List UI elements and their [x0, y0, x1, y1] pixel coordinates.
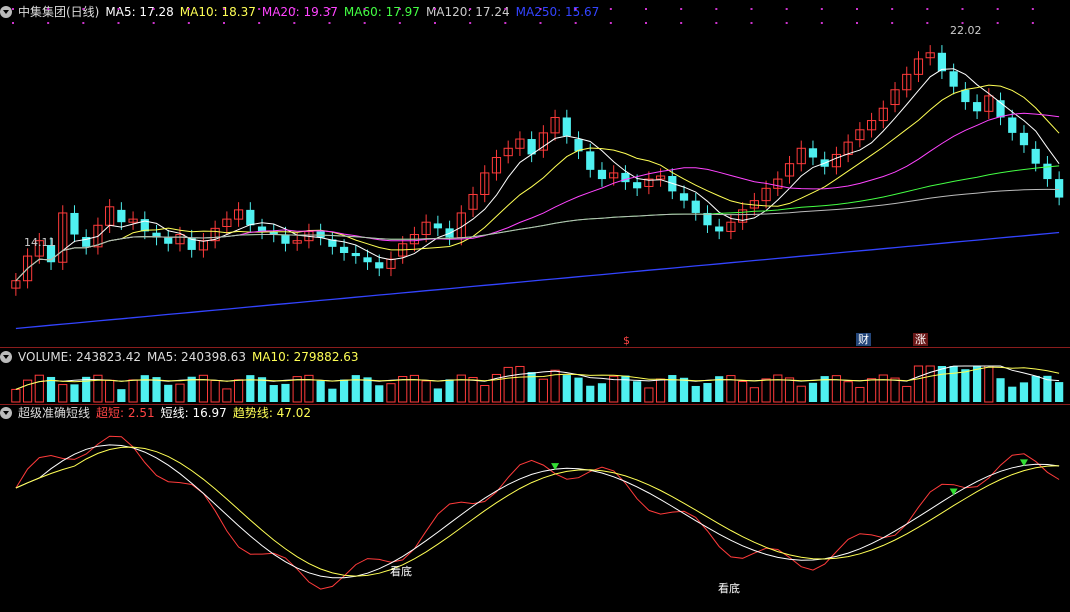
indicator-chart[interactable] — [0, 0, 1070, 612]
bottom-signal-label-2: 看底 — [718, 582, 740, 595]
bottom-signal-label-1: 看底 — [390, 565, 412, 578]
sell-signal-arrow — [949, 488, 958, 496]
short-line — [15, 444, 1060, 579]
trend-line — [15, 446, 1060, 577]
